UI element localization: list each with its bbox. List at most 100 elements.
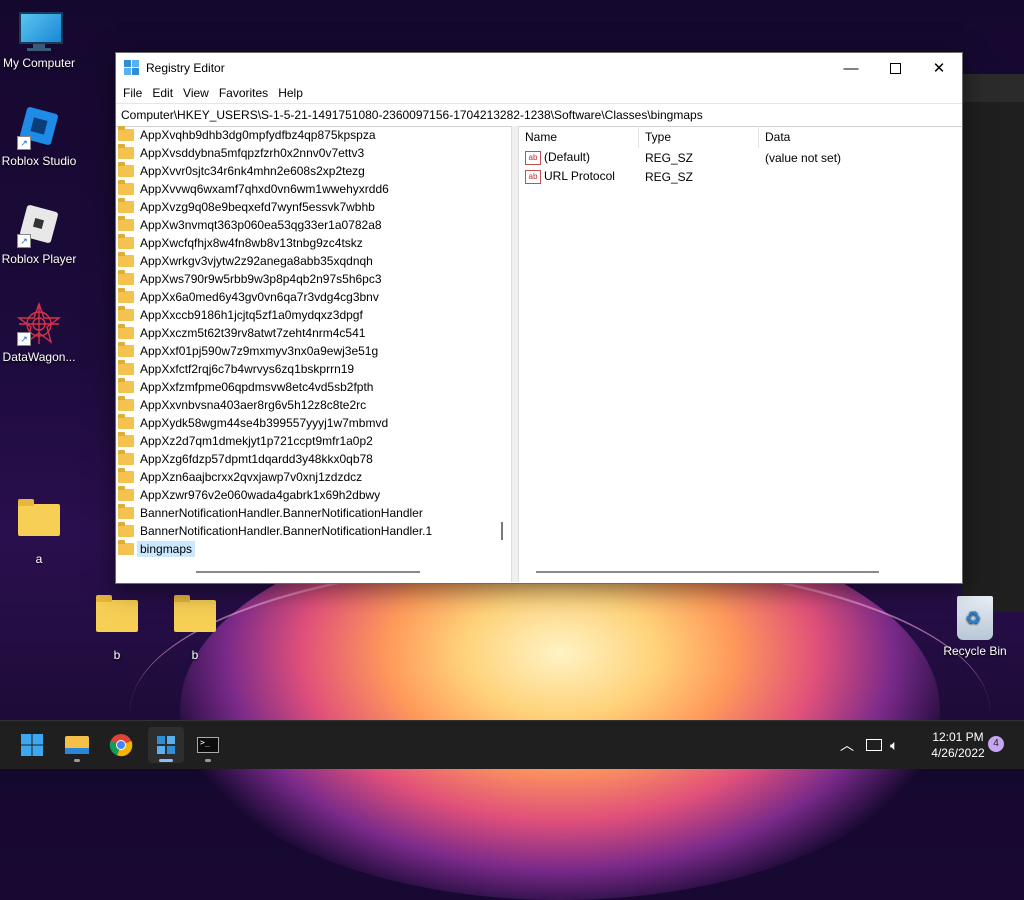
folder-icon xyxy=(118,342,134,357)
column-header-data[interactable]: Data xyxy=(759,126,959,148)
desktop-icon-label: Recycle Bin xyxy=(943,644,1007,658)
column-header-name[interactable]: Name xyxy=(519,126,639,148)
desktop-icon-my-computer[interactable]: My Computer xyxy=(0,8,78,70)
tree-item[interactable]: AppXws790r9w5rbb9w3p8p4qb2n97s5h6pc3 xyxy=(116,270,511,288)
tree-item[interactable]: AppXz2d7qm1dmekjyt1p721ccpt9mfr1a0p2 xyxy=(116,432,511,450)
tree-item-label: BannerNotificationHandler.BannerNotifica… xyxy=(140,506,423,520)
menu-file[interactable]: File xyxy=(118,86,147,100)
tree-item[interactable]: AppXvvwq6wxamf7qhxd0vn6wm1wwehyxrdd6 xyxy=(116,180,511,198)
folder-icon xyxy=(118,378,134,393)
list-item[interactable]: ab URL Protocol REG_SZ xyxy=(519,167,962,186)
terminal-button[interactable]: >_ xyxy=(190,727,226,763)
folder-icon xyxy=(118,324,134,339)
desktop-icon-roblox-player[interactable]: ↗ Roblox Player xyxy=(0,204,78,266)
column-header-type[interactable]: Type xyxy=(639,126,759,148)
registry-editor-icon xyxy=(124,60,140,76)
registry-editor-window: Registry Editor — ✕ File Edit View Favor… xyxy=(115,52,963,584)
tree-item[interactable]: AppXwrkgv3vjytw2z92anega8abb35xqdnqh xyxy=(116,252,511,270)
registry-editor-taskbar-button[interactable] xyxy=(148,727,184,763)
menu-view[interactable]: View xyxy=(178,86,214,100)
desktop-icon-roblox-studio[interactable]: ↗ Roblox Studio xyxy=(0,106,78,168)
menu-bar: File Edit View Favorites Help xyxy=(116,83,962,103)
tree-item[interactable]: AppXxfctf2rqj6c7b4wrvys6zq1bskprrn19 xyxy=(116,360,511,378)
folder-icon xyxy=(118,414,134,429)
folder-icon xyxy=(118,288,134,303)
menu-edit[interactable]: Edit xyxy=(147,86,178,100)
string-value-icon: ab xyxy=(525,169,541,184)
tree-item[interactable]: AppXx6a0med6y43gv0vn6qa7r3vdg4cg3bnv xyxy=(116,288,511,306)
tree-vertical-scrollbar[interactable] xyxy=(501,522,503,540)
close-icon: ✕ xyxy=(932,60,946,77)
shortcut-arrow-icon: ↗ xyxy=(17,136,31,150)
list-item[interactable]: ab (Default) REG_SZ (value not set) xyxy=(519,148,962,167)
tree-item-label: AppXz2d7qm1dmekjyt1p721ccpt9mfr1a0p2 xyxy=(140,434,373,448)
tree-item[interactable]: AppXzn6aajbcrxx2qvxjawp7v0xnj1zdzdcz xyxy=(116,468,511,486)
address-bar[interactable]: Computer\HKEY_USERS\S-1-5-21-1491751080-… xyxy=(116,103,962,127)
notification-badge[interactable]: 4 xyxy=(988,736,1004,752)
tree-item-label: AppXvzg9q08e9beqxefd7wynf5essvk7wbhb xyxy=(140,200,375,214)
window-title: Registry Editor xyxy=(146,61,225,75)
registry-editor-taskbar-icon xyxy=(157,736,175,754)
tree-item[interactable]: BannerNotificationHandler.BannerNotifica… xyxy=(116,522,511,540)
folder-icon xyxy=(118,396,134,411)
desktop-icon-folder-b2[interactable]: b xyxy=(156,592,234,662)
desktop-icon-recycle-bin[interactable]: ♻ Recycle Bin xyxy=(936,596,1014,658)
tree-item[interactable]: AppXxvnbvsna403aer8rg6v5h12z8c8te2rc xyxy=(116,396,511,414)
tree-item[interactable]: AppXvqhb9dhb3dg0mpfydfbz4qp875kpspza xyxy=(116,126,511,144)
title-bar[interactable]: Registry Editor — ✕ xyxy=(116,53,962,83)
tree-item[interactable]: AppXxczm5t62t39rv8atwt7zeht4nrm4c541 xyxy=(116,324,511,342)
tree-item-label: AppXxvnbvsna403aer8rg6v5h12z8c8te2rc xyxy=(140,398,367,412)
running-indicator xyxy=(205,759,211,762)
clock-time: 12:01 PM xyxy=(932,730,984,744)
menu-favorites[interactable]: Favorites xyxy=(214,86,273,100)
folder-icon xyxy=(118,162,134,177)
minimize-button[interactable]: — xyxy=(828,53,874,83)
tree-item-label: AppXxczm5t62t39rv8atwt7zeht4nrm4c541 xyxy=(140,326,366,340)
tree-item-label: AppXw3nvmqt363p060ea53qg33er1a0782a8 xyxy=(140,218,382,232)
folder-icon xyxy=(118,234,134,249)
desktop-icon-label: b xyxy=(191,648,199,662)
folder-icon xyxy=(118,126,134,141)
list-horizontal-scrollbar[interactable] xyxy=(536,571,879,573)
recycle-bin-icon: ♻ xyxy=(957,596,993,640)
tree-item-label: AppXx6a0med6y43gv0vn6qa7r3vdg4cg3bnv xyxy=(140,290,379,304)
desktop-icon-folder-a[interactable]: a xyxy=(0,496,78,566)
file-explorer-button[interactable] xyxy=(59,727,95,763)
folder-icon xyxy=(118,504,134,519)
tree-item[interactable]: AppXvsddybna5mfqpzfzrh0x2nnv0v7ettv3 xyxy=(116,144,511,162)
windows-logo-icon xyxy=(21,734,43,756)
tree-item[interactable]: AppXvvr0sjtc34r6nk4mhn2e608s2xp2tezg xyxy=(116,162,511,180)
maximize-button[interactable] xyxy=(872,53,918,83)
tree-item[interactable]: AppXw3nvmqt363p060ea53qg33er1a0782a8 xyxy=(116,216,511,234)
tree-item[interactable]: bingmaps xyxy=(116,540,511,558)
volume-icon[interactable]: 🔈︎ xyxy=(890,737,898,754)
tree-item[interactable]: AppXxccb9186h1jcjtq5zf1a0mydqxz3dpgf xyxy=(116,306,511,324)
chevron-up-icon[interactable]: ︿ xyxy=(840,735,854,755)
key-tree[interactable]: AppXvqhb9dhb3dg0mpfydfbz4qp875kpspza AppX… xyxy=(116,126,511,582)
tree-horizontal-scrollbar[interactable] xyxy=(196,571,420,573)
tree-item[interactable]: AppXzwr976v2e060wada4gabrk1x69h2dbwy xyxy=(116,486,511,504)
shortcut-arrow-icon: ↗ xyxy=(17,332,31,346)
network-icon[interactable] xyxy=(866,739,882,751)
tree-item[interactable]: AppXwcfqfhjx8w4fn8wb8v13tnbg9zc4tskz xyxy=(116,234,511,252)
tree-item[interactable]: AppXydk58wgm44se4b399557yyyj1w7mbmvd xyxy=(116,414,511,432)
menu-help[interactable]: Help xyxy=(273,86,308,100)
tree-item-label: BannerNotificationHandler.BannerNotifica… xyxy=(140,524,433,538)
tree-item[interactable]: AppXzg6fdzp57dpmt1dqardd3y48kkx0qb78 xyxy=(116,450,511,468)
pane-splitter[interactable] xyxy=(511,126,519,582)
desktop-icon-folder-b1[interactable]: b xyxy=(78,592,156,662)
tree-item[interactable]: AppXxfzmfpme06qpdmsvw8etc4vd5sb2fpth xyxy=(116,378,511,396)
values-list[interactable]: Name Type Data ab (Default) REG_SZ (value… xyxy=(519,126,962,582)
clock[interactable]: 12:01 PM 4/26/2022 xyxy=(920,729,996,761)
active-indicator xyxy=(159,759,173,762)
tree-item-label: AppXwcfqfhjx8w4fn8wb8v13tnbg9zc4tskz xyxy=(140,236,363,250)
folder-icon xyxy=(118,216,134,231)
chrome-button[interactable] xyxy=(103,727,139,763)
desktop-icon-datawagon[interactable]: ↗ DataWagon... xyxy=(0,301,78,364)
close-button[interactable]: ✕ xyxy=(916,53,962,83)
monitor-icon xyxy=(17,8,63,52)
tree-item[interactable]: BannerNotificationHandler.BannerNotifica… xyxy=(116,504,511,522)
tree-item[interactable]: AppXvzg9q08e9beqxefd7wynf5essvk7wbhb xyxy=(116,198,511,216)
start-button[interactable] xyxy=(14,727,50,763)
tree-item[interactable]: AppXxf01pj590w7z9mxmyv3nx0a9ewj3e51g xyxy=(116,342,511,360)
